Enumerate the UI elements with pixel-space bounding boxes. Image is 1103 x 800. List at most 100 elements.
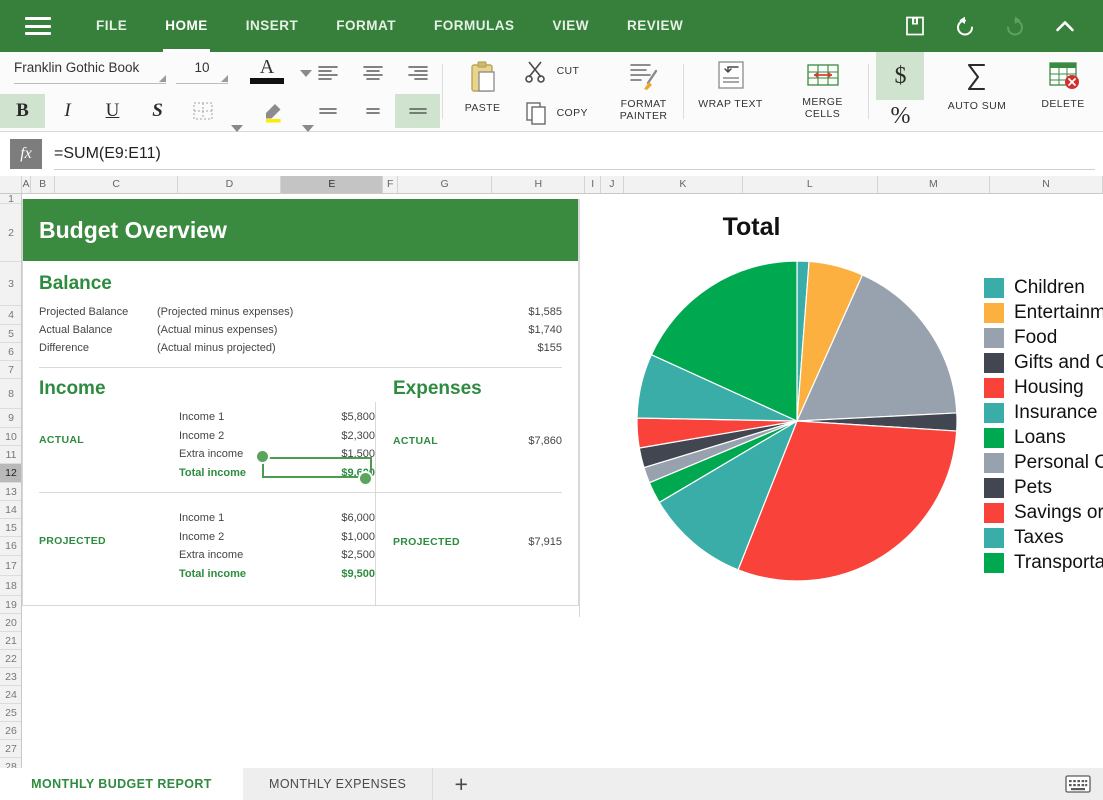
font-name-select[interactable]: Franklin Gothic Book bbox=[14, 60, 166, 84]
redo-icon[interactable] bbox=[1003, 14, 1027, 38]
sheet-tab-monthly-budget-report[interactable]: MONTHLY BUDGET REPORT bbox=[0, 768, 243, 800]
font-color-button[interactable]: A bbox=[250, 57, 284, 84]
align-middle-button[interactable] bbox=[350, 94, 395, 128]
row-header-25[interactable]: 25 bbox=[0, 704, 21, 722]
table-row[interactable]: Income 1 $5,800 bbox=[39, 408, 375, 427]
table-row[interactable]: Actual Balance (Actual minus expenses) $… bbox=[39, 321, 562, 339]
function-insert-button[interactable]: fx bbox=[10, 139, 42, 169]
legend-item[interactable]: Entertainm bbox=[984, 300, 1103, 325]
copy-button[interactable]: COPY bbox=[523, 100, 605, 126]
row-header-10[interactable]: 10 bbox=[0, 428, 21, 446]
legend-item[interactable]: Personal Ca bbox=[984, 450, 1103, 475]
table-row[interactable]: Income 2 $2,300 bbox=[39, 427, 375, 446]
pie-chart[interactable] bbox=[632, 256, 962, 586]
row-header-17[interactable]: 17 bbox=[0, 556, 21, 576]
row-header-18[interactable]: 18 bbox=[0, 576, 21, 596]
column-header-b[interactable]: B bbox=[31, 176, 55, 193]
keyboard-icon[interactable] bbox=[1065, 768, 1091, 800]
row-header-22[interactable]: 22 bbox=[0, 650, 21, 668]
table-row[interactable]: Extra income $2,500 bbox=[39, 546, 375, 565]
table-row[interactable]: ACTUAL $7,860 bbox=[393, 435, 562, 447]
row-header-24[interactable]: 24 bbox=[0, 686, 21, 704]
undo-icon[interactable] bbox=[953, 14, 977, 38]
align-right-button[interactable] bbox=[395, 56, 440, 90]
legend-item[interactable]: Gifts and C bbox=[984, 350, 1103, 375]
legend-item[interactable]: Transportat bbox=[984, 550, 1103, 575]
column-header-i[interactable]: I bbox=[585, 176, 602, 193]
currency-format-button[interactable]: $ bbox=[876, 52, 925, 100]
pie-chart-panel[interactable]: Total Children Entertainm Food Gifts and C H… bbox=[579, 199, 1103, 617]
font-size-select[interactable]: 10 bbox=[176, 60, 228, 84]
column-header-g[interactable]: G bbox=[398, 176, 493, 193]
wrap-text-button[interactable]: WRAP TEXT bbox=[684, 52, 778, 131]
column-header-h[interactable]: H bbox=[492, 176, 586, 193]
column-header-l[interactable]: L bbox=[743, 176, 878, 193]
table-row[interactable]: PROJECTED $7,915 bbox=[393, 536, 562, 548]
cut-button[interactable]: CUT bbox=[523, 58, 605, 84]
row-header-27[interactable]: 27 bbox=[0, 740, 21, 758]
row-header-23[interactable]: 23 bbox=[0, 668, 21, 686]
legend-item[interactable]: Savings or bbox=[984, 500, 1103, 525]
save-icon[interactable] bbox=[903, 14, 927, 38]
underline-button[interactable]: U bbox=[90, 94, 135, 128]
column-header-n[interactable]: N bbox=[990, 176, 1103, 193]
row-header-16[interactable]: 16 bbox=[0, 537, 21, 556]
row-header-26[interactable]: 26 bbox=[0, 722, 21, 740]
row-header-19[interactable]: 19 bbox=[0, 596, 21, 614]
formula-input[interactable]: =SUM(E9:E11) bbox=[54, 138, 1095, 170]
legend-item[interactable]: Loans bbox=[984, 425, 1103, 450]
select-all-corner[interactable] bbox=[0, 176, 22, 193]
ribbon-tab-home[interactable]: HOME bbox=[146, 0, 227, 52]
table-row[interactable]: Total income $9,500 bbox=[39, 565, 375, 584]
row-header-21[interactable]: 21 bbox=[0, 632, 21, 650]
ribbon-tab-review[interactable]: REVIEW bbox=[608, 0, 702, 52]
align-top-button[interactable] bbox=[305, 94, 350, 128]
row-header-11[interactable]: 11 bbox=[0, 446, 21, 464]
selection-handle-start[interactable] bbox=[255, 449, 270, 464]
legend-item[interactable]: Pets bbox=[984, 475, 1103, 500]
row-header-20[interactable]: 20 bbox=[0, 614, 21, 632]
italic-button[interactable]: I bbox=[45, 94, 90, 128]
align-left-button[interactable] bbox=[305, 56, 350, 90]
column-header-e[interactable]: E bbox=[281, 176, 384, 193]
ribbon-tab-file[interactable]: FILE bbox=[77, 0, 146, 52]
strikethrough-button[interactable]: S bbox=[135, 94, 180, 128]
column-header-f[interactable]: F bbox=[383, 176, 399, 193]
row-header-5[interactable]: 5 bbox=[0, 325, 21, 343]
table-row[interactable]: Extra income $1,500 bbox=[39, 445, 375, 464]
legend-item[interactable]: Children bbox=[984, 275, 1103, 300]
row-header-6[interactable]: 6 bbox=[0, 343, 21, 361]
row-header-28[interactable]: 28 bbox=[0, 758, 21, 768]
column-header-a[interactable]: A bbox=[21, 176, 32, 193]
ribbon-tab-view[interactable]: VIEW bbox=[534, 0, 609, 52]
column-header-j[interactable]: J bbox=[601, 176, 624, 193]
column-header-c[interactable]: C bbox=[54, 176, 179, 193]
merge-cells-button[interactable]: MERGE CELLS bbox=[778, 52, 868, 131]
ribbon-tab-formulas[interactable]: FORMULAS bbox=[415, 0, 534, 52]
legend-item[interactable]: Housing bbox=[984, 375, 1103, 400]
row-header-1[interactable]: 1 bbox=[0, 194, 21, 205]
row-header-2[interactable]: 2 bbox=[0, 204, 21, 262]
column-header-m[interactable]: M bbox=[877, 176, 991, 193]
legend-item[interactable]: Food bbox=[984, 325, 1103, 350]
row-header-9[interactable]: 9 bbox=[0, 409, 21, 428]
add-sheet-button[interactable]: + bbox=[433, 768, 489, 800]
row-header-15[interactable]: 15 bbox=[0, 519, 21, 537]
row-header-12[interactable]: 12 bbox=[0, 464, 21, 483]
collapse-ribbon-icon[interactable] bbox=[1053, 14, 1077, 38]
percent-format-button[interactable]: % bbox=[876, 100, 924, 132]
delete-button[interactable]: DELETE bbox=[1023, 52, 1103, 131]
column-header-k[interactable]: K bbox=[623, 176, 744, 193]
paste-button[interactable]: PASTE bbox=[443, 52, 523, 131]
table-row[interactable]: Total income $9,600 bbox=[39, 464, 375, 483]
column-header-d[interactable]: D bbox=[178, 176, 282, 193]
selection-handle-end[interactable] bbox=[358, 471, 373, 486]
ribbon-tab-insert[interactable]: INSERT bbox=[227, 0, 318, 52]
hamburger-menu-icon[interactable] bbox=[25, 17, 51, 35]
bold-button[interactable]: B bbox=[0, 94, 45, 128]
sheet-canvas[interactable]: Budget Overview Balance Projected Balanc… bbox=[22, 194, 1103, 768]
row-header-13[interactable]: 13 bbox=[0, 483, 21, 501]
table-row[interactable]: Income 1 $6,000 bbox=[39, 509, 375, 528]
row-header-7[interactable]: 7 bbox=[0, 361, 21, 379]
align-center-button[interactable] bbox=[350, 56, 395, 90]
